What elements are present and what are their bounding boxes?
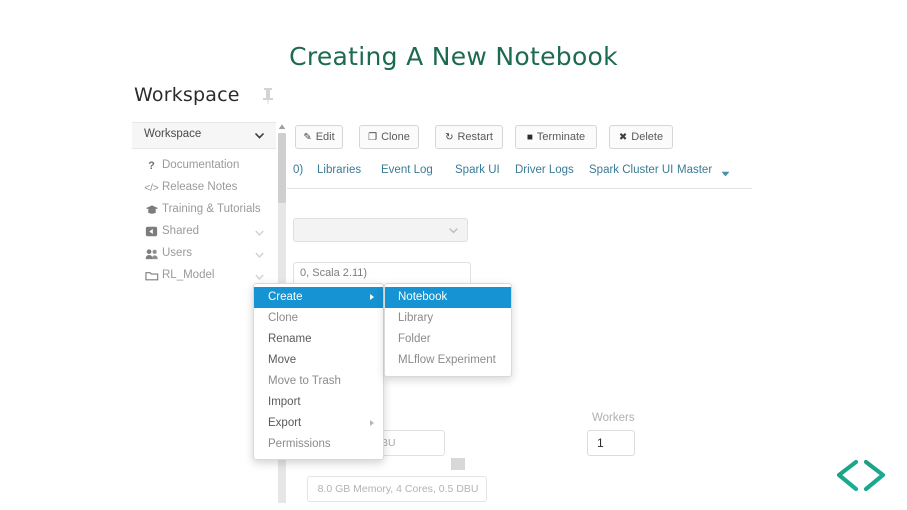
sidebar-item-documentation[interactable]: ? Documentation — [132, 156, 276, 178]
context-menu-item-clone[interactable]: Clone — [254, 308, 383, 329]
context-menu-item-label: Move — [268, 354, 297, 366]
edit-button-label: Edit — [315, 131, 335, 143]
caret-down-icon[interactable] — [721, 171, 730, 177]
code-brackets-icon: </> — [144, 183, 159, 194]
chevron-down-icon — [255, 274, 264, 281]
tab-libraries[interactable]: Libraries — [317, 164, 361, 176]
code-brackets-logo — [836, 459, 886, 492]
sidebar-item-label: Release Notes — [162, 181, 238, 193]
chevron-down-icon — [449, 228, 458, 234]
question-mark-icon: ? — [148, 160, 155, 172]
submenu-arrow-icon — [370, 420, 374, 426]
driver-type-chip-label: 8.0 GB Memory, 4 Cores, 0.5 DBU — [317, 483, 479, 495]
restart-button-label: Restart — [457, 131, 493, 143]
scroll-up-arrow-icon[interactable] — [278, 123, 286, 131]
sidebar-item-shared[interactable]: Shared — [132, 222, 276, 244]
tab-configuration-partial[interactable]: 0) — [293, 164, 303, 176]
submenu-item-label: Folder — [398, 333, 431, 345]
context-menu-item-label: Rename — [268, 333, 312, 345]
sidebar-item-release-notes[interactable]: </> Release Notes — [132, 178, 276, 200]
close-x-icon: ✖ — [618, 132, 628, 143]
folder-icon — [144, 269, 159, 284]
tab-event-log[interactable]: Event Log — [381, 164, 433, 176]
context-menu-item-label: Permissions — [268, 438, 331, 450]
workers-input[interactable]: 1 — [587, 430, 635, 456]
pin-icon[interactable] — [261, 87, 275, 105]
submenu-arrow-icon — [370, 294, 374, 300]
chevron-down-icon — [255, 230, 264, 237]
workspace-selector-label: Workspace — [144, 128, 202, 140]
workspace-panel-title: Workspace — [134, 84, 240, 106]
context-menu-item-permissions[interactable]: Permissions — [254, 434, 383, 455]
context-menu-item-create[interactable]: Create — [254, 287, 383, 308]
clone-button[interactable]: ❐ Clone — [359, 125, 419, 149]
terminate-button[interactable]: ■ Terminate — [515, 125, 597, 149]
sidebar-item-users[interactable]: Users — [132, 244, 276, 266]
submenu-item-notebook[interactable]: Notebook — [385, 287, 511, 308]
submenu-item-mlflow-experiment[interactable]: MLflow Experiment — [385, 350, 511, 371]
share-icon — [144, 225, 159, 240]
cluster-tab-bar: 0) Libraries Event Log Spark UI Driver L… — [287, 160, 752, 189]
tab-spark-cluster-ui-master[interactable]: Master — [677, 164, 712, 176]
context-menu-item-export[interactable]: Export — [254, 413, 383, 434]
context-menu-item-import[interactable]: Import — [254, 392, 383, 413]
context-menu-item-label: Export — [268, 417, 302, 429]
sidebar-item-label: Training & Tutorials — [162, 203, 261, 215]
sidebar-item-label: Shared — [162, 225, 200, 237]
clone-icon: ❐ — [368, 132, 378, 143]
databricks-runtime-value: 0, Scala 2.11) — [300, 267, 368, 279]
sidebar-item-label: Users — [162, 247, 193, 259]
submenu-item-label: Library — [398, 312, 434, 324]
delete-button-label: Delete — [631, 131, 664, 143]
context-menu-item-rename[interactable]: Rename — [254, 329, 383, 350]
cluster-mode-select[interactable] — [293, 218, 468, 242]
submenu-item-library[interactable]: Library — [385, 308, 511, 329]
submenu-item-label: MLflow Experiment — [398, 354, 496, 366]
workers-label: Workers — [592, 412, 635, 424]
workers-input-value: 1 — [597, 436, 604, 450]
databricks-screenshot: Workspace Workspace ? Documentation </> … — [132, 80, 752, 505]
workspace-panel-header: Workspace — [132, 80, 287, 120]
submenu-item-folder[interactable]: Folder — [385, 329, 511, 350]
workspace-context-menu: Create Clone Rename Move Move to Trash I… — [253, 283, 384, 460]
terminate-button-label: Terminate — [536, 131, 586, 143]
sidebar-item-label: RL_Model — [162, 269, 215, 281]
create-submenu: Notebook Library Folder MLflow Experimen… — [384, 283, 512, 377]
edit-button[interactable]: ✎ Edit — [295, 125, 343, 149]
restart-button[interactable]: ↻ Restart — [435, 125, 503, 149]
clone-button-label: Clone — [381, 131, 410, 143]
users-icon — [144, 247, 159, 262]
page-title: Creating A New Notebook — [289, 42, 618, 71]
sidebar-scrollbar-thumb[interactable] — [278, 133, 286, 203]
chevron-down-icon — [254, 132, 265, 139]
context-menu-item-move-to-trash[interactable]: Move to Trash — [254, 371, 383, 392]
chevron-down-icon — [255, 252, 264, 259]
pencil-edit-icon: ✎ — [303, 132, 312, 143]
context-menu-item-label: Import — [268, 396, 301, 408]
sidebar-item-label: Documentation — [162, 159, 240, 171]
sidebar-item-training-tutorials[interactable]: Training & Tutorials — [132, 200, 276, 222]
submenu-item-label: Notebook — [398, 291, 448, 303]
context-menu-item-move[interactable]: Move — [254, 350, 383, 371]
tab-driver-logs[interactable]: Driver Logs — [515, 164, 574, 176]
delete-button[interactable]: ✖ Delete — [609, 125, 673, 149]
context-menu-item-label: Move to Trash — [268, 375, 341, 387]
driver-type-chip[interactable]: 8.0 GB Memory, 4 Cores, 0.5 DBU — [307, 476, 487, 502]
context-menu-item-label: Create — [268, 291, 303, 303]
stop-square-icon: ■ — [526, 132, 533, 143]
tab-spark-ui[interactable]: Spark UI — [455, 164, 500, 176]
scrollbar-stub — [451, 458, 465, 470]
context-menu-item-label: Clone — [268, 312, 299, 324]
tab-spark-cluster-ui[interactable]: Spark Cluster UI — [589, 164, 673, 176]
graduation-cap-icon — [144, 203, 159, 218]
restart-refresh-icon: ↻ — [445, 132, 454, 143]
workspace-selector[interactable]: Workspace — [132, 122, 276, 149]
